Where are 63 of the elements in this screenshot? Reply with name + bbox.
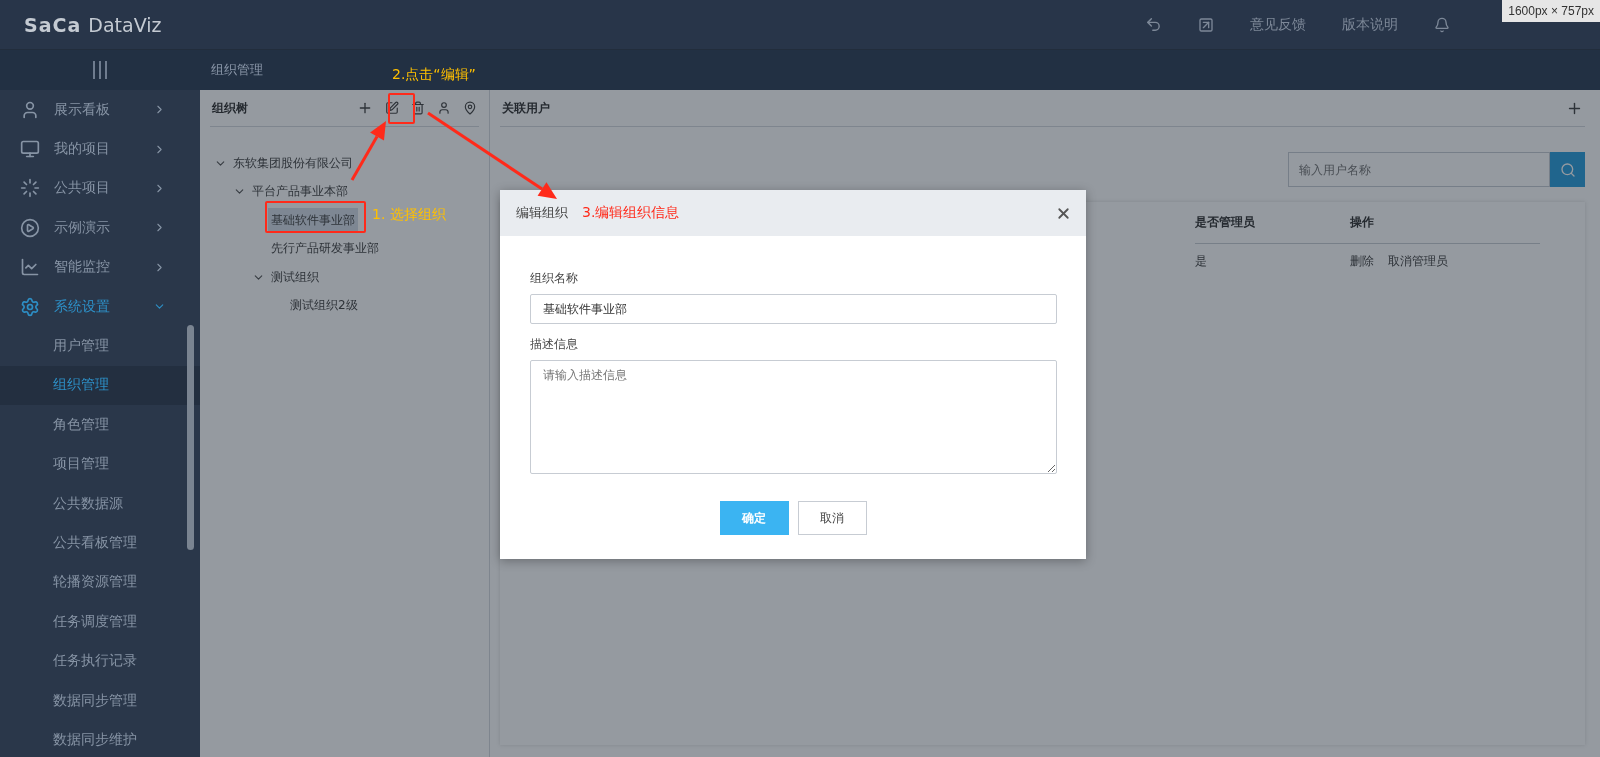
tree-node[interactable]: 测试组织2级 <box>287 293 361 319</box>
tree-node[interactable]: 东软集团股份有限公司 <box>230 150 356 176</box>
panel-title: 关联用户 <box>501 99 551 117</box>
menu-icon[interactable] <box>91 61 109 79</box>
cancel-button[interactable]: 取消 <box>797 501 867 535</box>
sidebar-subitem[interactable]: 用户管理 <box>0 326 200 366</box>
tree-node[interactable]: 平台产品事业本部 <box>249 179 351 205</box>
header-link[interactable]: 版本说明 <box>1342 15 1398 34</box>
spinner-icon <box>20 178 40 199</box>
sidebar-item[interactable]: 我的项目 <box>0 129 200 169</box>
table-cell-text: 是 <box>1195 252 1208 270</box>
annotation-box <box>388 93 415 124</box>
sidebar-item[interactable]: 示例演示 <box>0 208 200 248</box>
sidebar-subitem[interactable]: 轮播资源管理 <box>0 562 200 603</box>
sidebar-subitem[interactable]: 公共看板管理 <box>0 523 200 563</box>
tree-node[interactable]: 测试组织 <box>268 264 322 290</box>
table-action-link[interactable]: 取消管理员 <box>1388 252 1448 270</box>
tree-node[interactable]: 基础软件事业部 <box>268 207 358 233</box>
search-icon <box>1559 161 1576 178</box>
undo-icon[interactable] <box>1145 16 1162 33</box>
column-header: 是否管理员 <box>1195 202 1350 244</box>
sidebar-item[interactable]: 展示看板 <box>0 90 200 130</box>
table-action-link[interactable]: 删除 <box>1350 252 1374 270</box>
sidebar-subitem[interactable]: 数据同步维护 <box>0 720 200 757</box>
sidebar-subitem[interactable]: 组织管理 <box>0 365 200 406</box>
textarea-field[interactable]: 请输入描述信息 <box>530 360 1057 474</box>
dialog-title: 编辑组织 <box>516 204 568 222</box>
field-label: 组织名称 <box>530 270 579 287</box>
settings-icon <box>20 296 40 317</box>
annotation-text: 3.编辑组织信息 <box>582 204 680 222</box>
tree-node[interactable]: 先行产品研发事业部 <box>268 236 382 262</box>
field-label: 描述信息 <box>530 336 579 353</box>
annotation-text: 2.点击“编辑” <box>392 66 476 82</box>
sidebar-item[interactable]: 公共项目 <box>0 168 200 209</box>
line-chart-icon <box>20 257 40 278</box>
header-link[interactable]: 意见反馈 <box>1250 15 1306 34</box>
edit-button[interactable] <box>383 99 401 117</box>
scrollbar[interactable] <box>187 325 194 550</box>
sidebar-subitem[interactable]: 公共数据源 <box>0 483 200 524</box>
play-icon <box>20 217 40 238</box>
input-field[interactable]: 基础软件事业部 <box>530 294 1057 324</box>
delete-button[interactable] <box>409 99 427 117</box>
sidebar-subitem[interactable]: 项目管理 <box>0 444 200 484</box>
sidebar-item[interactable]: 系统设置 <box>0 286 200 327</box>
monitor-icon <box>20 139 40 160</box>
sidebar-subitem[interactable]: 数据同步管理 <box>0 680 200 721</box>
page-title: 组织管理 <box>211 61 263 79</box>
sidebar-item[interactable]: 智能监控 <box>0 247 200 287</box>
search-button[interactable] <box>1550 152 1585 187</box>
column-header: 操作 <box>1350 202 1540 244</box>
annotation-arrow <box>350 121 386 181</box>
external-link-icon[interactable] <box>1198 16 1214 33</box>
confirm-button[interactable]: 确定 <box>719 501 789 535</box>
panel-title: 组织树 <box>211 99 249 117</box>
bell-icon[interactable] <box>1434 16 1450 33</box>
app-logo: SaCa DataViz <box>24 13 162 36</box>
sidebar-subitem[interactable]: 角色管理 <box>0 405 200 445</box>
annotation-text: 1. 选择组织 <box>372 206 446 222</box>
size-badge: 1600px × 757px <box>1502 0 1600 22</box>
sidebar-subitem[interactable]: 任务执行记录 <box>0 641 200 681</box>
sidebar-subitem[interactable]: 任务调度管理 <box>0 602 200 642</box>
search-field[interactable]: 输入用户名称 <box>1288 152 1550 187</box>
user-icon <box>20 99 40 120</box>
